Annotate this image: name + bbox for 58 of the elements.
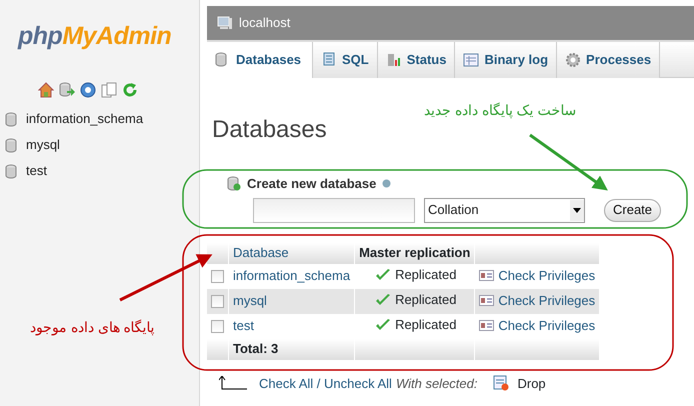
annotation-text: ساخت یک پایگاه داده جدید — [424, 101, 577, 120]
table-icon — [463, 52, 480, 68]
page-heading: Databases — [212, 115, 327, 145]
db-name-link[interactable]: mysql — [233, 293, 267, 308]
tab[interactable]: Status — [378, 42, 456, 78]
sidebar-db-link[interactable]: mysql — [26, 135, 60, 155]
card-icon — [479, 294, 494, 306]
db-name-link[interactable]: information_schema — [233, 268, 350, 284]
check-all-link[interactable]: Check All / Uncheck All — [259, 374, 392, 393]
checkbox[interactable] — [211, 320, 224, 334]
privileges-link[interactable]: Check Privileges — [498, 266, 596, 286]
card-icon — [479, 270, 494, 281]
tab[interactable]: SQL — [313, 42, 378, 78]
tab[interactable]: Binary log — [455, 42, 558, 78]
check-icon — [375, 292, 392, 307]
database-icon[interactable] — [5, 164, 17, 178]
caret-icon — [570, 200, 584, 220]
checkbox[interactable] — [211, 295, 224, 308]
total-text: Total: 3 — [233, 341, 278, 356]
tab[interactable]: Databases — [207, 42, 313, 78]
server-bar: localhost — [207, 6, 694, 42]
script-icon — [321, 52, 337, 68]
column-header: Master replication — [354, 242, 475, 264]
privileges-link[interactable]: Check Privileges — [498, 316, 596, 336]
database-add-icon — [227, 176, 241, 192]
home-icon[interactable] — [38, 82, 54, 98]
status-text: Replicated — [395, 316, 456, 334]
server-icon — [217, 16, 233, 30]
privileges-link[interactable]: Check Privileges — [498, 290, 596, 310]
tab[interactable]: Processes — [557, 42, 660, 78]
arrow-up-icon — [219, 376, 247, 390]
documents-icon[interactable] — [101, 82, 117, 98]
check-icon — [375, 318, 392, 332]
sidebar-db-link[interactable]: test — [26, 161, 47, 181]
refresh-icon[interactable] — [122, 82, 138, 98]
db-name-link[interactable]: test — [233, 318, 254, 334]
chart-icon — [386, 52, 402, 68]
check-icon — [375, 268, 392, 282]
database-arrow-icon[interactable] — [59, 82, 75, 98]
with-selected-label: With selected: — [396, 374, 478, 392]
checkbox[interactable] — [211, 270, 224, 284]
collation-select[interactable]: Collation — [424, 198, 585, 222]
annotation-text: پایگاه های داده موجود — [30, 318, 155, 338]
status-text: Replicated — [395, 266, 456, 284]
help-icon[interactable] — [80, 82, 96, 98]
logo: phpMyAdmin — [16, 21, 172, 52]
create-button[interactable]: Create — [604, 198, 662, 222]
gear-icon — [565, 52, 582, 68]
drop-link[interactable]: Drop — [517, 374, 546, 393]
sort-link[interactable]: Database — [228, 242, 355, 264]
database-icon[interactable] — [5, 112, 17, 126]
database-icon[interactable] — [5, 138, 17, 152]
form-label: Create new database — [247, 175, 376, 193]
sidebar-db-link[interactable]: information_schema — [26, 109, 144, 129]
delete-icon[interactable] — [493, 375, 510, 392]
status-text: Replicated — [395, 290, 456, 309]
name-field[interactable] — [253, 198, 415, 222]
card-icon — [479, 320, 494, 331]
